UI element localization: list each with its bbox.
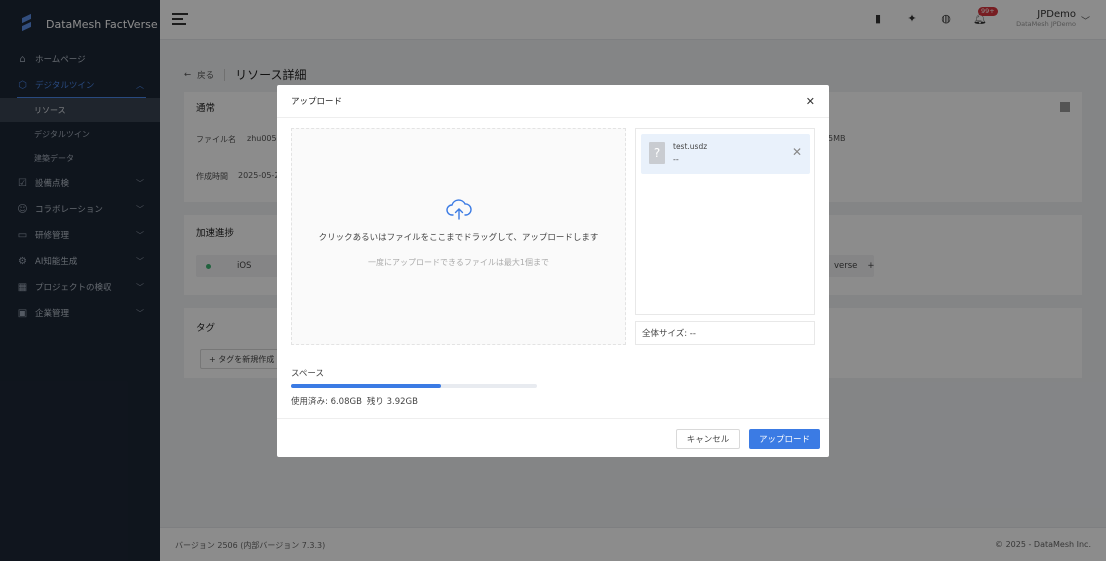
file-size: -- xyxy=(673,155,679,164)
upload-modal: アップロード ✕ クリックあるいはファイルをここまでドラッグして、アップロードし… xyxy=(277,85,829,457)
cancel-button[interactable]: キャンセル xyxy=(676,429,740,449)
modal-footer: キャンセル アップロード xyxy=(277,418,829,457)
modal-title: アップロード xyxy=(291,97,343,107)
storage-progress-fill xyxy=(291,384,441,388)
storage-usage: 使用済み: 6.08GB 残り 3.92GB xyxy=(291,395,418,407)
unknown-file-icon: ? xyxy=(649,142,665,164)
file-list: ? test.usdz -- ✕ xyxy=(635,128,815,315)
file-name: test.usdz xyxy=(673,142,708,151)
used-text: 使用済み: 6.08GB xyxy=(291,397,362,407)
remove-file-icon[interactable]: ✕ xyxy=(792,145,802,159)
storage-progress-bar xyxy=(291,384,537,388)
upload-button[interactable]: アップロード xyxy=(749,429,820,449)
dropzone-text: クリックあるいはファイルをここまでドラッグして、アップロードします xyxy=(318,233,599,243)
space-label: スペース xyxy=(291,369,324,379)
dropzone-hint: 一度にアップロードできるファイルは最大1個まで xyxy=(368,258,549,267)
remaining-text: 残り 3.92GB xyxy=(366,397,418,407)
file-item: ? test.usdz -- ✕ xyxy=(641,134,810,174)
close-icon[interactable]: ✕ xyxy=(806,95,815,108)
modal-header: アップロード ✕ xyxy=(277,85,829,118)
cloud-upload-icon xyxy=(445,199,472,220)
upload-dropzone[interactable]: クリックあるいはファイルをここまでドラッグして、アップロードします 一度にアップ… xyxy=(291,128,626,345)
total-size: 全体サイズ: -- xyxy=(635,321,815,345)
